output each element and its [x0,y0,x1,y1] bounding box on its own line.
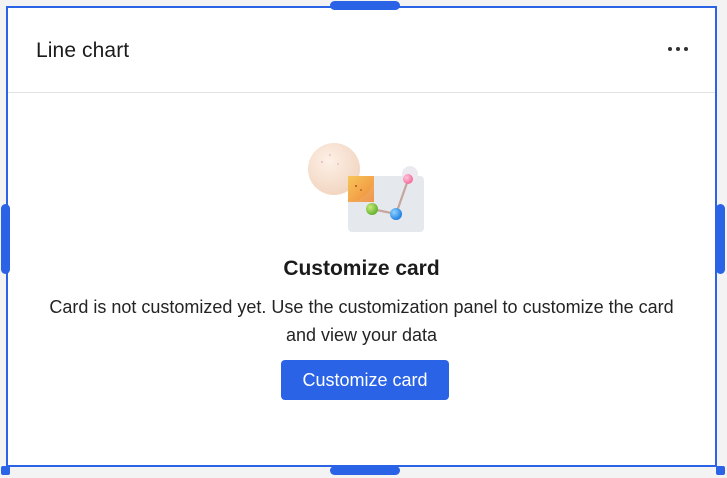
more-options-icon [668,47,672,51]
customize-card-button[interactable]: Customize card [281,360,449,400]
line-chart-card[interactable]: Line chart Customize card Card is not cu… [6,6,717,467]
resize-handle-left[interactable] [1,204,10,274]
resize-handle-bottom[interactable] [330,466,400,475]
more-options-icon [684,47,688,51]
more-options-button[interactable] [661,37,695,61]
resize-handle-bottom-left[interactable] [1,466,10,475]
empty-state-title: Customize card [283,257,440,280]
resize-handle-bottom-right[interactable] [716,466,725,475]
resize-handle-top[interactable] [330,1,400,10]
chart-customize-illustration [308,143,424,232]
card-title: Line chart [36,39,130,62]
empty-state-description: Card is not customized yet. Use the cust… [49,297,674,345]
more-options-icon [676,47,680,51]
card-header: Line chart [8,8,715,93]
resize-handle-right[interactable] [716,204,725,274]
